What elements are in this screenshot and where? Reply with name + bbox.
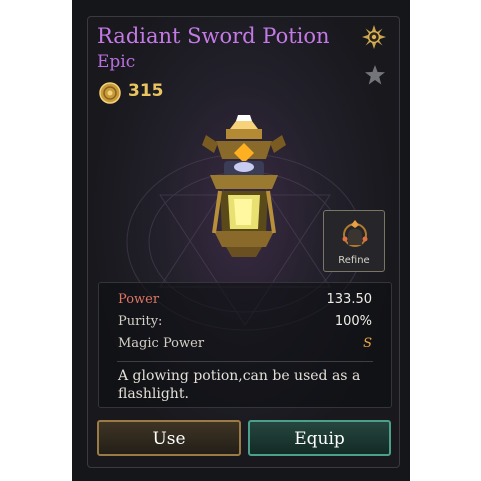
favorite-star-icon[interactable] bbox=[364, 64, 386, 86]
stat-label-purity: Purity: bbox=[118, 314, 163, 329]
item-card: Radiant Sword Potion Epic 315 Refine Pow… bbox=[87, 16, 400, 468]
stat-row-magic-power: Magic Power S bbox=[118, 336, 372, 354]
radiant-sword-potion-icon bbox=[202, 115, 286, 257]
equip-button[interactable]: Equip bbox=[248, 420, 391, 456]
stat-row-purity: Purity: 100% bbox=[118, 314, 372, 332]
refine-label: Refine bbox=[338, 255, 370, 266]
item-rarity: Epic bbox=[97, 52, 136, 72]
stat-value-magic-power: S bbox=[363, 336, 372, 351]
refine-icon bbox=[342, 220, 368, 247]
stat-row-power: Power 133.50 bbox=[118, 292, 372, 310]
stat-label-power: Power bbox=[118, 292, 160, 307]
stats-divider bbox=[117, 361, 373, 362]
stat-value-purity: 100% bbox=[334, 314, 372, 329]
item-description: A glowing potion,can be used as a flashl… bbox=[118, 368, 361, 402]
stats-panel: Power 133.50 Purity: 100% Magic Power S … bbox=[98, 282, 392, 408]
use-button[interactable]: Use bbox=[97, 420, 241, 456]
item-price: 315 bbox=[128, 81, 164, 101]
stat-label-magic-power: Magic Power bbox=[118, 336, 205, 351]
refine-button[interactable]: Refine bbox=[323, 210, 385, 272]
gold-coin-icon bbox=[99, 82, 121, 104]
sun-emblem-icon[interactable] bbox=[362, 25, 386, 49]
item-name: Radiant Sword Potion bbox=[97, 24, 330, 48]
stat-value-power: 133.50 bbox=[326, 292, 373, 307]
